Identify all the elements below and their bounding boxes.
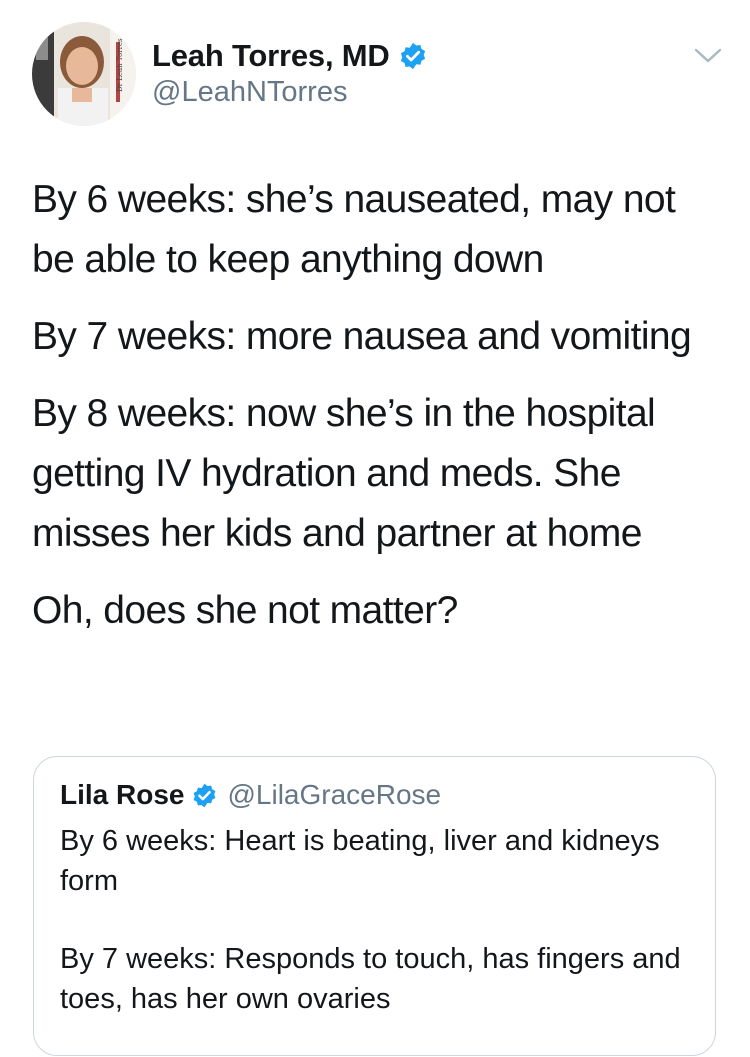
- verified-badge-icon: [191, 782, 218, 809]
- quoted-tweet-text: By 6 weeks: Heart is beating, liver and …: [60, 821, 690, 1057]
- tweet-card: Dr Leah Torres Leah Torres, MD @LeahNTor…: [0, 0, 750, 1056]
- author-name-row: Leah Torres, MD: [152, 38, 428, 74]
- quoted-tweet-paragraph: By 6 weeks: Heart is beating, liver and …: [60, 825, 660, 897]
- avatar-image: Dr Leah Torres: [32, 22, 136, 126]
- tweet-paragraph: By 8 weeks: now she’s in the hospital ge…: [32, 392, 656, 555]
- chevron-down-icon[interactable]: [693, 45, 723, 67]
- tweet-text: By 6 weeks: she’s nauseated, may not be …: [32, 170, 722, 658]
- quoted-tweet-header: Lila Rose @LilaGraceRose: [60, 779, 441, 811]
- author-display-name[interactable]: Leah Torres, MD: [152, 38, 390, 74]
- quoted-author-handle: @LilaGraceRose: [227, 779, 442, 810]
- tweet-paragraph: By 7 weeks: more nausea and vomiting: [32, 315, 692, 358]
- avatar[interactable]: Dr Leah Torres: [32, 22, 136, 126]
- quoted-tweet-paragraph: By 7 weeks: Responds to touch, has finge…: [60, 943, 681, 1015]
- svg-text:Dr Leah Torres: Dr Leah Torres: [116, 38, 124, 92]
- quoted-author-name: Lila Rose: [60, 779, 185, 810]
- tweet-paragraph: By 6 weeks: she’s nauseated, may not be …: [32, 178, 676, 281]
- verified-badge-icon: [398, 41, 428, 71]
- tweet-paragraph: Oh, does she not matter?: [32, 589, 458, 632]
- author-handle[interactable]: @LeahNTorres: [152, 76, 347, 109]
- quoted-tweet[interactable]: Lila Rose @LilaGraceRose By 6 weeks: Hea…: [33, 756, 716, 1056]
